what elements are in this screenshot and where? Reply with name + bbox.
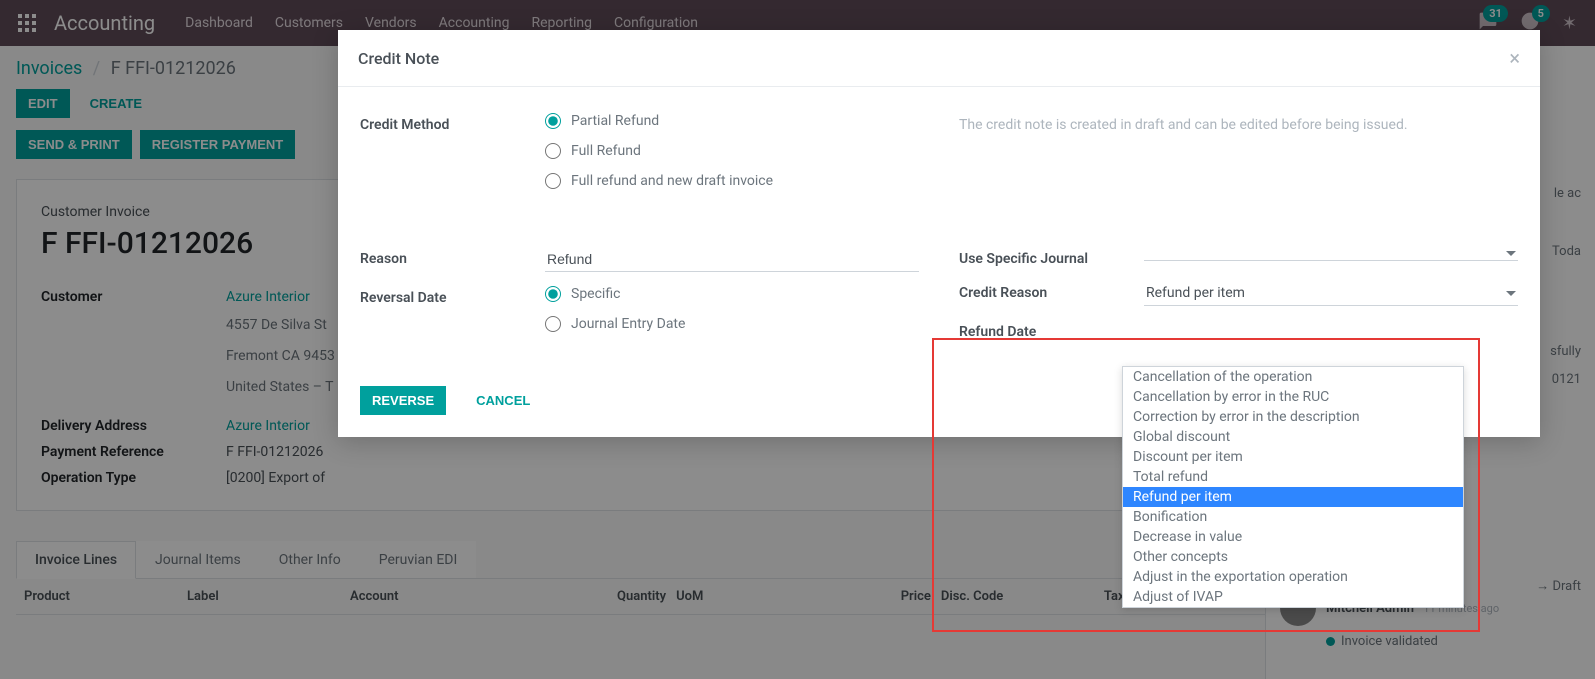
credit-reason-option[interactable]: Global discount [1123,427,1463,447]
reason-input[interactable] [545,247,919,272]
journal-label: Use Specific Journal [959,247,1144,267]
credit-reason-option[interactable]: Adjust in the exportation operation [1123,567,1463,587]
credit-reason-option[interactable]: Cancellation of the operation [1123,367,1463,387]
radio-full-refund[interactable]: Full Refund [545,143,919,159]
cancel-button[interactable]: CANCEL [464,386,542,415]
credit-reason-option[interactable]: Other concepts [1123,547,1463,567]
credit-reason-dropdown[interactable]: Cancellation of the operationCancellatio… [1122,366,1464,608]
radio-full-refund-new-draft[interactable]: Full refund and new draft invoice [545,173,919,189]
helper-text: The credit note is created in draft and … [959,113,1518,133]
credit-reason-select[interactable]: Refund per item [1144,281,1518,306]
chevron-down-icon [1506,291,1516,296]
credit-reason-option[interactable]: Adjust of IVAP [1123,587,1463,607]
credit-reason-option[interactable]: Refund per item [1123,487,1463,507]
journal-select[interactable] [1144,247,1518,261]
credit-reason-option[interactable]: Discount per item [1123,447,1463,467]
reason-label: Reason [360,247,545,267]
radio-specific-date[interactable]: Specific [545,286,919,302]
close-icon[interactable]: × [1509,48,1520,68]
reverse-button[interactable]: REVERSE [360,386,446,415]
modal-header: Credit Note × [338,30,1540,87]
credit-reason-option[interactable]: Cancellation by error in the RUC [1123,387,1463,407]
chevron-down-icon [1506,251,1516,256]
credit-reason-label: Credit Reason [959,281,1144,301]
credit-reason-option[interactable]: Bonification [1123,507,1463,527]
credit-method-label: Credit Method [360,113,545,133]
credit-reason-option[interactable]: Decrease in value [1123,527,1463,547]
credit-reason-option[interactable]: Total refund [1123,467,1463,487]
refund-date-label: Refund Date [959,320,1144,340]
radio-journal-entry-date[interactable]: Journal Entry Date [545,316,919,332]
reversal-date-label: Reversal Date [360,286,545,306]
credit-reason-option[interactable]: Correction by error in the description [1123,407,1463,427]
modal-title: Credit Note [358,49,439,68]
radio-partial-refund[interactable]: Partial Refund [545,113,919,129]
